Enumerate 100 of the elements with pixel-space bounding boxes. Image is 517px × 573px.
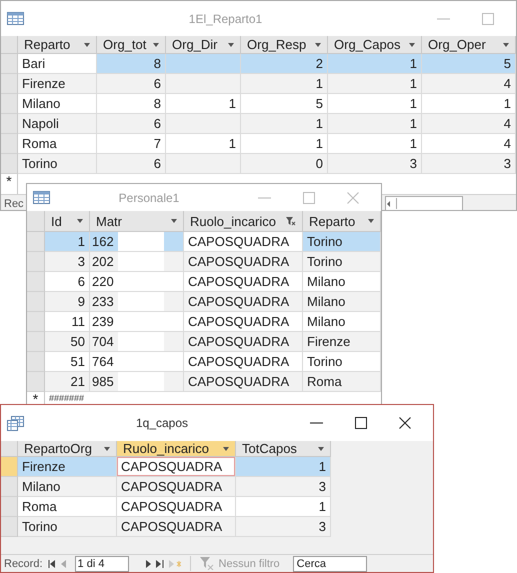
- row-selector[interactable]: [1, 134, 18, 154]
- row-selector[interactable]: [1, 74, 18, 94]
- column-header[interactable]: Org_tot: [97, 36, 166, 54]
- select-all-corner[interactable]: [1, 36, 18, 54]
- table-cell: 220: [90, 272, 184, 292]
- table-row[interactable]: 21 985 CAPOSQUADRA Roma: [27, 372, 381, 392]
- row-selector[interactable]: [1, 457, 18, 477]
- filter-icon[interactable]: [286, 216, 296, 226]
- row-selector[interactable]: [27, 332, 45, 352]
- row-selector[interactable]: [27, 232, 45, 252]
- table-row[interactable]: 1 162 CAPOSQUADRA Torino: [27, 232, 381, 252]
- row-selector[interactable]: [1, 154, 18, 174]
- table-row[interactable]: Napoli 6 1 1 4: [1, 114, 516, 134]
- column-header[interactable]: RepartoOrg: [18, 441, 117, 457]
- table-row[interactable]: 51 764 CAPOSQUADRA Torino: [27, 352, 381, 372]
- table-row[interactable]: 3 202 CAPOSQUADRA Torino: [27, 252, 381, 272]
- dropdown-arrow-icon[interactable]: [77, 219, 83, 223]
- table-cell: CAPOSQUADRA: [117, 457, 236, 477]
- new-record-marker[interactable]: *: [6, 174, 12, 188]
- table-row[interactable]: Bari 8 2 1 5: [1, 54, 516, 74]
- dropdown-arrow-icon[interactable]: [409, 42, 415, 46]
- row-selector[interactable]: [1, 517, 18, 537]
- dropdown-arrow-icon[interactable]: [318, 446, 324, 450]
- table-row[interactable]: Firenze CAPOSQUADRA 1: [1, 457, 331, 477]
- select-all-corner[interactable]: [27, 211, 45, 232]
- dropdown-arrow-icon[interactable]: [368, 219, 374, 223]
- dropdown-arrow-icon[interactable]: [223, 446, 229, 450]
- scroll-left-icon[interactable]: [386, 200, 392, 208]
- table-row[interactable]: Milano CAPOSQUADRA 3: [1, 477, 331, 497]
- table-row[interactable]: Torino CAPOSQUADRA 3: [1, 517, 331, 537]
- table-row[interactable]: Milano 8 1 5 1 1: [1, 94, 516, 114]
- row-selector[interactable]: [1, 114, 18, 134]
- column-header[interactable]: Org_Dir: [166, 36, 241, 54]
- dropdown-arrow-icon[interactable]: [104, 446, 110, 450]
- window-title: Personale1: [118, 190, 180, 204]
- table-cell: 239: [90, 312, 184, 332]
- table-cell: 3: [328, 154, 422, 174]
- close-icon[interactable]: [399, 417, 411, 429]
- column-header[interactable]: Reparto: [18, 36, 97, 54]
- last-record-icon[interactable]: [156, 560, 164, 568]
- row-selector[interactable]: [1, 54, 18, 74]
- table-row[interactable]: Torino 6 0 3 3: [1, 154, 516, 174]
- table-cell: 3: [422, 154, 516, 174]
- table-cell: 6: [97, 154, 166, 174]
- next-record-icon[interactable]: [146, 560, 151, 568]
- new-record-marker[interactable]: *: [32, 392, 38, 406]
- table-cell: Torino: [18, 154, 97, 174]
- table-icon: [7, 12, 24, 25]
- column-header[interactable]: Org_Oper: [422, 36, 516, 54]
- horizontal-scrollbar[interactable]: [385, 196, 463, 210]
- search-field[interactable]: Cerca: [292, 556, 367, 572]
- row-selector[interactable]: [1, 94, 18, 114]
- record-label: Record:: [4, 558, 43, 570]
- table-cell: 233: [90, 292, 184, 312]
- table-cell-text: #######: [48, 393, 86, 404]
- dropdown-arrow-icon[interactable]: [228, 42, 234, 46]
- column-header[interactable]: Matr: [90, 211, 184, 232]
- table-cell: CAPOSQUADRA: [184, 232, 303, 252]
- table-cell: 162: [90, 232, 184, 252]
- row-selector[interactable]: [27, 252, 45, 272]
- column-header[interactable]: Reparto: [303, 211, 381, 232]
- row-selector[interactable]: [27, 272, 45, 292]
- row-selector[interactable]: [1, 477, 18, 497]
- table-cell: Roma: [303, 372, 381, 392]
- column-header[interactable]: Org_Capos: [328, 36, 422, 54]
- row-selector[interactable]: [27, 372, 45, 392]
- query-icon: [7, 416, 24, 430]
- row-selector[interactable]: [27, 312, 45, 332]
- column-header[interactable]: Id: [45, 211, 90, 232]
- new-record-icon[interactable]: [168, 560, 181, 568]
- select-all-corner[interactable]: [1, 441, 18, 457]
- table-row[interactable]: 6 220 CAPOSQUADRA Milano: [27, 272, 381, 292]
- dropdown-arrow-icon[interactable]: [315, 42, 321, 46]
- previous-record-icon[interactable]: [60, 560, 66, 568]
- dropdown-arrow-icon[interactable]: [84, 42, 90, 46]
- table-row[interactable]: Roma CAPOSQUADRA 1: [1, 497, 331, 517]
- row-selector[interactable]: [27, 352, 45, 372]
- column-header[interactable]: Ruolo_incarico: [184, 211, 303, 232]
- table-row[interactable]: Firenze 6 1 1 4: [1, 74, 516, 94]
- column-header[interactable]: Ruolo_incarico: [117, 441, 236, 457]
- table-row[interactable]: Roma 7 1 1 1 4: [1, 134, 516, 154]
- row-selector[interactable]: [27, 292, 45, 312]
- dropdown-arrow-icon[interactable]: [153, 42, 159, 46]
- record-position-field[interactable]: 1 di 4: [74, 556, 129, 572]
- table-row[interactable]: 9 233 CAPOSQUADRA Milano: [27, 292, 381, 312]
- row-selector[interactable]: [1, 497, 18, 517]
- column-header[interactable]: Org_Resp: [241, 36, 328, 54]
- table-cell: 985: [90, 372, 184, 392]
- dropdown-arrow-icon[interactable]: [171, 219, 177, 223]
- minimize-icon[interactable]: [310, 422, 323, 424]
- table-row[interactable]: 50 704 CAPOSQUADRA Firenze: [27, 332, 381, 352]
- column-header[interactable]: TotCapos: [236, 441, 331, 457]
- table-cell: 21: [45, 372, 90, 392]
- table-row[interactable]: 11 239 CAPOSQUADRA Milano: [27, 312, 381, 332]
- first-record-icon[interactable]: [48, 560, 56, 568]
- table-cell: CAPOSQUADRA: [117, 517, 236, 537]
- table-cell: Torino: [18, 517, 117, 537]
- window-title: 1q_capos: [134, 416, 190, 430]
- maximize-icon[interactable]: [355, 417, 367, 429]
- dropdown-arrow-icon[interactable]: [503, 42, 509, 46]
